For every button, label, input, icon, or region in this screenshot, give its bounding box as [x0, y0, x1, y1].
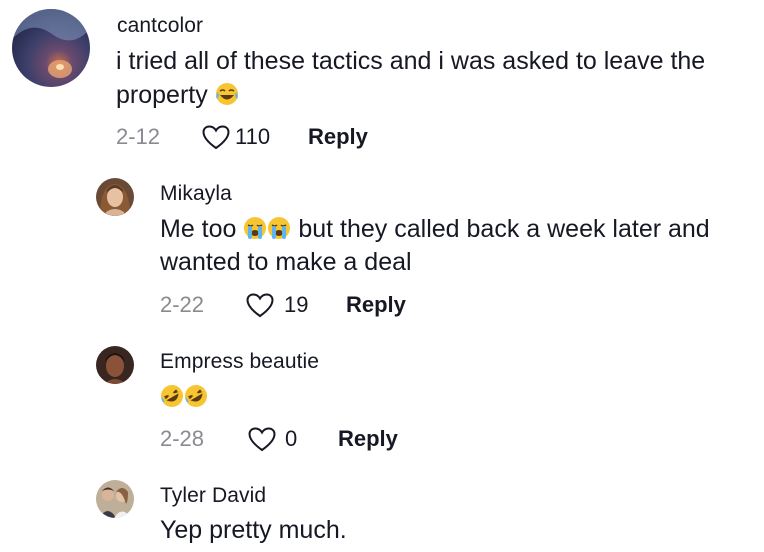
- avatar[interactable]: [96, 346, 134, 384]
- laughing-crying-emoji: [215, 82, 239, 106]
- comment-meta: 2-12 110 Reply: [116, 122, 416, 152]
- reply-button[interactable]: Reply: [308, 122, 368, 152]
- comment-text: property: [116, 81, 208, 109]
- rolling-on-floor-laughing-emoji: [160, 384, 184, 408]
- comment-date: 2-12: [116, 124, 161, 149]
- username[interactable]: Mikayla: [160, 182, 232, 206]
- username[interactable]: Tyler David: [160, 484, 266, 508]
- comment-meta: 2-28 0 Reply: [160, 424, 460, 454]
- avatar[interactable]: [12, 9, 90, 87]
- reply-button[interactable]: Reply: [338, 424, 398, 454]
- like-count: 110: [235, 124, 271, 149]
- rolling-on-floor-laughing-emoji: [184, 384, 208, 408]
- comment-date: 2-22: [160, 292, 205, 317]
- like-count: 19: [284, 292, 309, 317]
- loudly-crying-emoji: [243, 216, 267, 240]
- heart-icon[interactable]: [202, 125, 230, 150]
- like-count: 0: [285, 426, 298, 451]
- username[interactable]: Empress beautie: [160, 350, 319, 374]
- comment-text-line-2: property: [116, 78, 239, 112]
- avatar[interactable]: [96, 480, 134, 518]
- comment-text-line-1: Me too but they called back a week later…: [160, 212, 710, 246]
- heart-icon[interactable]: [248, 427, 276, 452]
- comment-date: 2-28: [160, 426, 205, 451]
- comment-text-line-1: i tried all of these tactics and i was a…: [116, 47, 706, 75]
- comment-text-line-1: Yep pretty much.: [160, 516, 347, 544]
- comment-emojis: [160, 380, 208, 414]
- comment-text: but they called back a week later and: [298, 215, 710, 243]
- heart-icon[interactable]: [246, 293, 274, 318]
- comment-text: Me too: [160, 215, 237, 243]
- username[interactable]: cantcolor: [117, 14, 203, 38]
- comment-meta: 2-22 19 Reply: [160, 290, 460, 320]
- avatar[interactable]: [96, 178, 134, 216]
- reply-button[interactable]: Reply: [346, 290, 406, 320]
- loudly-crying-emoji: [267, 216, 291, 240]
- comment-text-line-2: wanted to make a deal: [160, 248, 412, 276]
